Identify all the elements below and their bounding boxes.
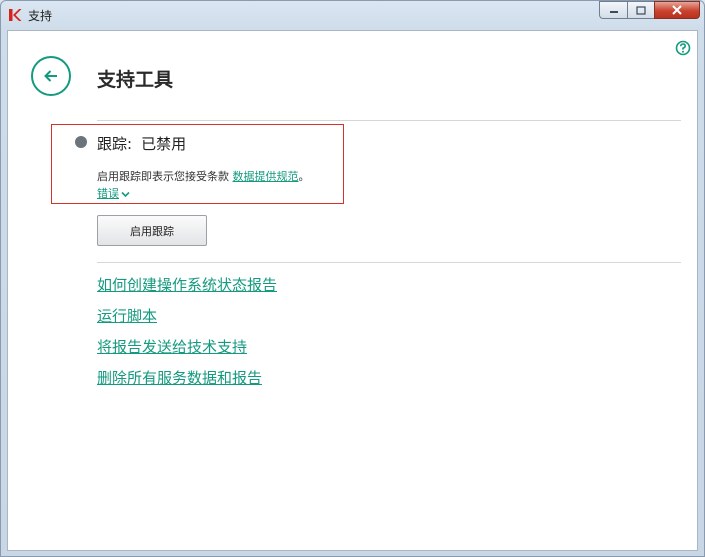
title-bar[interactable]: 支持 <box>1 1 704 29</box>
back-button[interactable] <box>31 56 71 96</box>
run-script-link[interactable]: 运行脚本 <box>97 305 157 326</box>
trace-status-value: 已禁用 <box>141 135 187 153</box>
chevron-down-icon <box>121 191 130 197</box>
trace-status: 跟踪: 已禁用 <box>97 133 186 154</box>
window-title: 支持 <box>28 9 53 23</box>
close-button[interactable] <box>654 1 700 19</box>
page-title: 支持工具 <box>97 69 174 91</box>
app-window: 支持 支持工具 跟踪: 已禁用 启用跟踪即表示您接受条款 数据提供规范。 错误 … <box>0 0 705 557</box>
close-icon <box>672 5 682 15</box>
create-os-report-link[interactable]: 如何创建操作系统状态报告 <box>97 274 277 295</box>
enable-trace-button[interactable]: 启用跟踪 <box>97 215 207 246</box>
errors-link[interactable]: 错误 <box>97 187 119 200</box>
question-circle-icon[interactable] <box>675 40 691 56</box>
content-area: 支持工具 跟踪: 已禁用 启用跟踪即表示您接受条款 数据提供规范。 错误 启用跟踪… <box>7 30 698 551</box>
minimize-button[interactable] <box>599 1 627 19</box>
maximize-icon <box>636 5 646 15</box>
divider <box>97 262 681 263</box>
terms-note-suffix: 。 <box>298 170 310 183</box>
arrow-left-icon <box>44 70 57 82</box>
trace-section-highlight <box>51 124 344 204</box>
status-dot <box>75 136 87 148</box>
delete-service-data-link[interactable]: 删除所有服务数据和报告 <box>97 367 262 388</box>
terms-note: 启用跟踪即表示您接受条款 数据提供规范。 <box>97 168 310 184</box>
send-report-link[interactable]: 将报告发送给技术支持 <box>97 336 247 357</box>
trace-label: 跟踪: <box>97 135 133 153</box>
terms-note-text: 启用跟踪即表示您接受条款 <box>97 170 229 183</box>
errors-toggle[interactable]: 错误 <box>97 185 130 201</box>
maximize-button[interactable] <box>627 1 654 19</box>
data-provision-link[interactable]: 数据提供规范 <box>233 170 299 183</box>
minimize-icon <box>609 11 618 13</box>
divider <box>97 120 681 121</box>
kaspersky-k-icon <box>9 9 22 21</box>
